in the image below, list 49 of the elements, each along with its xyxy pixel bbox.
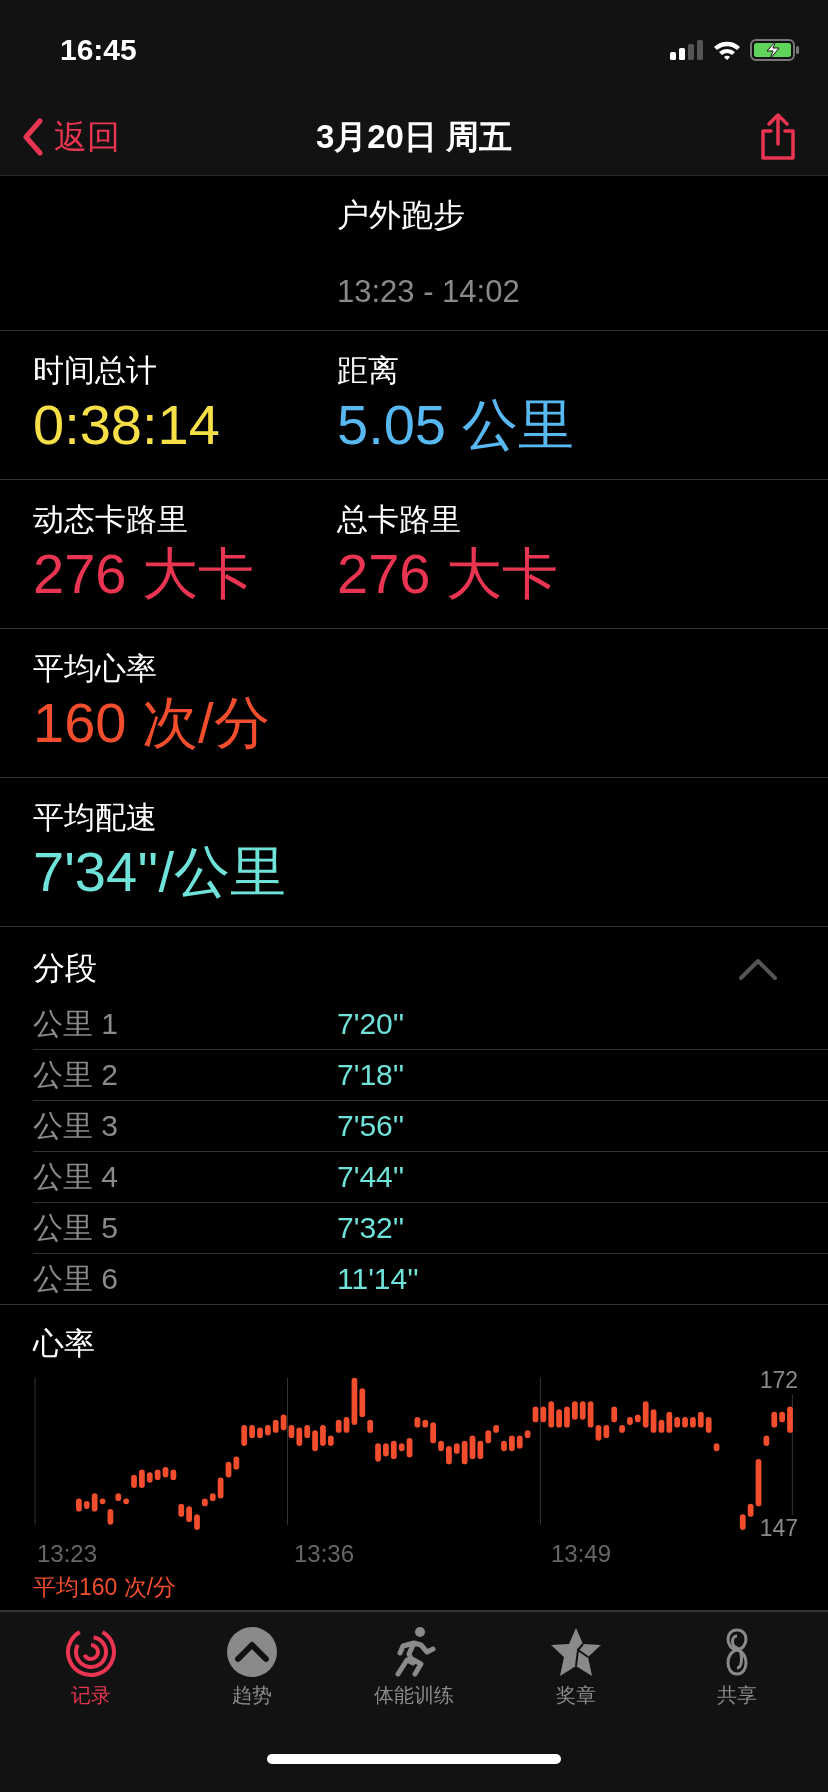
split-pace: 7'18'' (337, 1058, 405, 1092)
split-label: 公里 1 (33, 1005, 120, 1042)
axis-label: 13:36 (293, 1540, 356, 1568)
share-button[interactable] (758, 113, 798, 161)
metric-label: 总卡路里 (337, 501, 462, 539)
split-label: 公里 5 (33, 1209, 120, 1246)
metric-value: 0:38:14 (33, 392, 221, 458)
split-label: 公里 3 (33, 1107, 120, 1144)
battery-icon (750, 38, 800, 62)
metric-label: 平均配速 (33, 799, 158, 837)
axis-label: 13:23 (36, 1540, 99, 1568)
workout-name: 户外跑步 (337, 196, 466, 235)
tab[interactable]: 趋势 (177, 1626, 328, 1726)
axis-label: 13:49 (550, 1540, 613, 1568)
collapse-button[interactable] (738, 957, 778, 981)
metric-label: 距离 (337, 352, 400, 390)
metric-value: 5.05 公里 (337, 392, 575, 458)
metric-value: 276 大卡 (337, 541, 559, 607)
average-heart-rate: 平均160 次/分 (33, 1573, 178, 1602)
back-button[interactable]: 返回 (22, 114, 120, 160)
tab[interactable]: 共享 (662, 1626, 813, 1726)
section-title: 分段 (33, 949, 97, 988)
split-pace: 11'14'' (337, 1262, 419, 1296)
metric-label: 平均心率 (33, 650, 158, 688)
split-pace: 7'32'' (337, 1211, 405, 1245)
status-time: 16:45 (60, 33, 137, 67)
metric-value: 276 大卡 (33, 541, 255, 607)
wifi-icon (712, 39, 742, 61)
section-title: 心率 (33, 1325, 96, 1363)
split-pace: 7'20'' (337, 1007, 405, 1041)
workout-time: 13:23 - 14:02 (337, 274, 521, 310)
chevron-icon (738, 957, 778, 981)
nav-title: 3月20日 周五 (315, 116, 513, 157)
metric-value: 7'34''/公里 (33, 839, 288, 905)
split-pace: 7'56'' (337, 1109, 405, 1143)
split-label: 公里 6 (33, 1260, 120, 1297)
metric-label: 时间总计 (33, 352, 158, 390)
split-label: 公里 4 (33, 1158, 120, 1195)
split-label: 公里 2 (33, 1056, 120, 1093)
signal-icon (670, 39, 704, 61)
metric-value: 160 次/分 (33, 690, 271, 756)
metric-label: 动态卡路里 (33, 501, 189, 539)
share-icon (758, 113, 798, 161)
tab[interactable]: 记录 (15, 1626, 166, 1726)
back-chevron-icon (22, 118, 44, 156)
trend-up-icon (226, 1626, 279, 1678)
tab[interactable]: 奖章 (500, 1626, 651, 1726)
split-pace: 7'44'' (337, 1160, 405, 1194)
tab[interactable]: 体能训练 (339, 1626, 489, 1726)
